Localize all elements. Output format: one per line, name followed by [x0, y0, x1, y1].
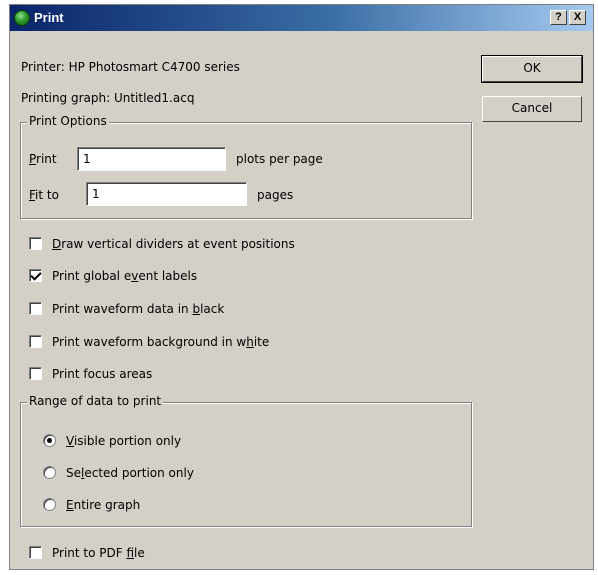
- range-legend: Range of data to print: [27, 394, 164, 408]
- ok-button-label: OK: [523, 61, 541, 75]
- print-options-legend: Print Options: [27, 114, 109, 128]
- global-event-labels-checkbox[interactable]: [29, 269, 42, 282]
- printing-graph-label: Printing graph: Untitled1.acq: [21, 91, 195, 105]
- draw-dividers-checkbox[interactable]: [29, 237, 42, 250]
- global-event-labels-label[interactable]: Print global event labels: [52, 269, 197, 283]
- background-white-label[interactable]: Print waveform background in white: [52, 335, 269, 349]
- selected-portion-radio[interactable]: [43, 466, 56, 479]
- waveform-black-label[interactable]: Print waveform data in black: [52, 302, 224, 316]
- draw-dividers-label[interactable]: Draw vertical dividers at event position…: [52, 237, 295, 251]
- selected-portion-label[interactable]: Selected portion only: [66, 466, 194, 480]
- background-white-checkbox[interactable]: [29, 335, 42, 348]
- entire-graph-label[interactable]: Entire graph: [66, 498, 140, 512]
- close-button[interactable]: X: [569, 10, 586, 25]
- plots-per-page-label: plots per page: [236, 152, 323, 166]
- fit-to-pages-input[interactable]: 1: [86, 182, 247, 206]
- plots-per-page-input[interactable]: 1: [77, 147, 226, 171]
- visible-portion-label[interactable]: Visible portion only: [66, 434, 181, 448]
- title-bar[interactable]: Print ? X: [10, 5, 593, 31]
- print-label: Print: [29, 152, 57, 166]
- waveform-black-checkbox[interactable]: [29, 302, 42, 315]
- print-dialog: Print ? X Printer: HP Photosmart C4700 s…: [9, 4, 594, 570]
- pdf-label[interactable]: Print to PDF file: [52, 546, 145, 560]
- cancel-button-label: Cancel: [511, 101, 553, 115]
- pages-label: pages: [257, 188, 294, 202]
- help-button[interactable]: ?: [550, 10, 567, 25]
- printer-label: Printer: HP Photosmart C4700 series: [21, 60, 240, 74]
- fit-to-label: Fit to: [29, 188, 59, 202]
- visible-portion-radio[interactable]: [43, 434, 56, 447]
- ok-button[interactable]: OK: [481, 55, 583, 83]
- cancel-button[interactable]: Cancel: [482, 96, 582, 122]
- entire-graph-radio[interactable]: [43, 498, 56, 511]
- pdf-checkbox[interactable]: [29, 546, 42, 559]
- focus-areas-checkbox[interactable]: [29, 367, 42, 380]
- app-icon: [14, 10, 30, 26]
- focus-areas-label[interactable]: Print focus areas: [52, 367, 152, 381]
- window-title: Print: [34, 10, 64, 25]
